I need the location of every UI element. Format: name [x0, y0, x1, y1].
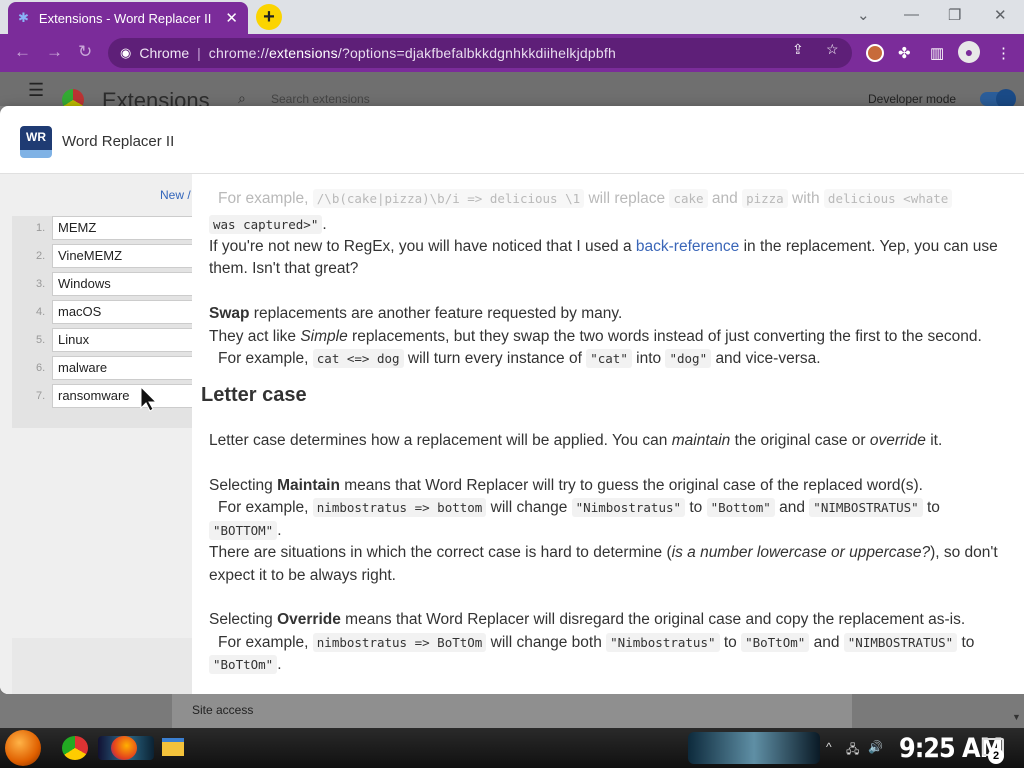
chevron-down-icon[interactable]: ⌄: [857, 6, 870, 24]
network-icon[interactable]: 🖧: [846, 740, 859, 761]
help-line: "BOTTOM".: [209, 520, 282, 543]
dialog-title: Word Replacer II: [62, 133, 175, 150]
list-item-name[interactable]: malware: [52, 356, 192, 380]
help-line: If you're not new to RegEx, you will hav…: [209, 238, 998, 255]
help-line: For example, /\b(cake|pizza)\b/i => deli…: [218, 188, 953, 211]
search-icon: ⌕: [238, 90, 246, 106]
back-arrow-icon[interactable]: ←: [14, 42, 31, 62]
start-button-icon[interactable]: [5, 730, 41, 766]
list-item[interactable]: 2. VineMEMZ: [12, 244, 192, 268]
help-content: For example, /\b(cake|pizza)\b/i => deli…: [192, 174, 1024, 694]
scroll-down-arrow-icon[interactable]: ▼: [1012, 712, 1021, 722]
help-line: Letter case determines how a replacement…: [209, 432, 943, 449]
list-item-name[interactable]: Windows: [52, 272, 192, 296]
help-line: "BoTtOm".: [209, 654, 282, 677]
bookmark-star-icon[interactable]: ☆: [826, 41, 839, 58]
letter-case-heading: Letter case: [201, 384, 307, 406]
list-item-name[interactable]: macOS: [52, 300, 192, 324]
help-line: They act like Simple replacements, but t…: [209, 328, 982, 345]
browser-tab-active[interactable]: ✱ Extensions - Word Replacer II ✕: [8, 2, 248, 34]
list-item-number: 3.: [36, 278, 46, 290]
list-item-name[interactable]: Linux: [52, 328, 192, 352]
new-tab-button[interactable]: +: [256, 4, 282, 30]
help-line: For example, cat <=> dog will turn every…: [218, 349, 821, 368]
extension-details-card: [172, 694, 852, 728]
list-item[interactable]: 5. Linux: [12, 328, 192, 352]
chrome-taskbar-icon[interactable]: [62, 736, 88, 760]
help-line: expect it to be always right.: [209, 567, 396, 584]
taskbar: ^ 🖧 🔊 9:25 AM 2: [0, 728, 1024, 768]
help-line: For example, nimbostratus => bottom will…: [218, 498, 940, 517]
tab-close-button[interactable]: ✕: [225, 9, 238, 27]
list-item-number: 5.: [36, 334, 46, 346]
forward-arrow-icon[interactable]: →: [46, 42, 63, 62]
notification-count-badge: 2: [988, 748, 1004, 764]
help-line: Selecting Maintain means that Word Repla…: [209, 477, 923, 494]
profile-avatar-icon[interactable]: ●: [958, 41, 980, 63]
minimize-button[interactable]: —: [904, 6, 919, 23]
search-extensions-input[interactable]: Search extensions: [271, 92, 370, 106]
new-list-button[interactable]: New /: [160, 188, 191, 202]
list-item-number: 7.: [36, 390, 46, 402]
word-replacer-logo: WR: [20, 126, 52, 158]
extension-avatar-icon[interactable]: [866, 44, 884, 62]
list-item[interactable]: 1. MEMZ: [12, 216, 192, 240]
list-item-number: 6.: [36, 362, 46, 374]
help-line: Swap replacements are another feature re…: [209, 305, 623, 322]
hamburger-menu-icon[interactable]: ☰: [28, 80, 44, 101]
menu-kebab-icon[interactable]: ⋮: [996, 44, 1011, 62]
help-line: For example, nimbostratus => BoTtOm will…: [218, 633, 975, 652]
firefox-taskbar-icon[interactable]: [111, 736, 137, 760]
extensions-puzzle-icon[interactable]: ✤: [898, 44, 911, 62]
omnibox-separator: |: [197, 45, 201, 61]
list-item[interactable]: 4. macOS: [12, 300, 192, 324]
site-access-label: Site access: [192, 703, 254, 717]
back-reference-link[interactable]: back-reference: [636, 238, 739, 255]
list-item-name[interactable]: VineMEMZ: [52, 244, 192, 268]
list-item-number: 2.: [36, 250, 46, 262]
url-text[interactable]: chrome://extensions/?options=djakfbefalb…: [209, 45, 616, 61]
puzzle-icon: ✱: [18, 10, 29, 25]
volume-icon[interactable]: 🔊: [868, 740, 883, 754]
dialog-header: WR Word Replacer II: [0, 106, 1024, 174]
tray-chevron-icon[interactable]: ^: [826, 740, 832, 754]
extensions-header: ☰ Extensions ⌕ Search extensions Develop…: [0, 72, 1024, 113]
list-item[interactable]: 3. Windows: [12, 272, 192, 296]
file-explorer-taskbar-icon[interactable]: [162, 738, 184, 756]
omnibox-chrome-label: Chrome: [139, 45, 190, 61]
list-item-number: 4.: [36, 306, 46, 318]
tab-strip: ✱ Extensions - Word Replacer II ✕ + ⌄ — …: [0, 0, 1024, 34]
list-item-name[interactable]: ransomware: [52, 384, 192, 408]
list-item[interactable]: 6. malware: [12, 356, 192, 380]
replacement-list: 1. MEMZ 2. VineMEMZ 3. Windows 4. macOS …: [12, 216, 192, 428]
restore-button[interactable]: ❐: [948, 6, 961, 24]
replacement-list-panel: New / 1. MEMZ 2. VineMEMZ 3. Windows 4. …: [0, 174, 192, 694]
list-footer: [12, 638, 192, 694]
help-line: them. Isn't that great?: [209, 260, 359, 277]
tray-decoration: [688, 732, 820, 764]
tab-title: Extensions - Word Replacer II: [38, 10, 212, 26]
list-item-number: 1.: [36, 222, 46, 234]
reload-icon[interactable]: ↻: [78, 42, 92, 62]
side-panel-icon[interactable]: ▥: [930, 44, 944, 62]
close-window-button[interactable]: ✕: [994, 6, 1007, 24]
help-line: There are situations in which the correc…: [209, 544, 998, 561]
developer-mode-toggle[interactable]: [980, 89, 1016, 109]
share-icon[interactable]: ⇪: [792, 41, 804, 58]
list-item[interactable]: 7. ransomware: [12, 384, 192, 408]
address-bar[interactable]: ◉ Chrome | chrome://extensions/?options=…: [108, 38, 852, 68]
help-line: Selecting Override means that Word Repla…: [209, 611, 966, 628]
help-line: was captured>".: [209, 214, 327, 237]
developer-mode-label: Developer mode: [868, 92, 957, 106]
list-item-name[interactable]: MEMZ: [52, 216, 192, 240]
chrome-logo-icon: ◉: [120, 45, 132, 60]
